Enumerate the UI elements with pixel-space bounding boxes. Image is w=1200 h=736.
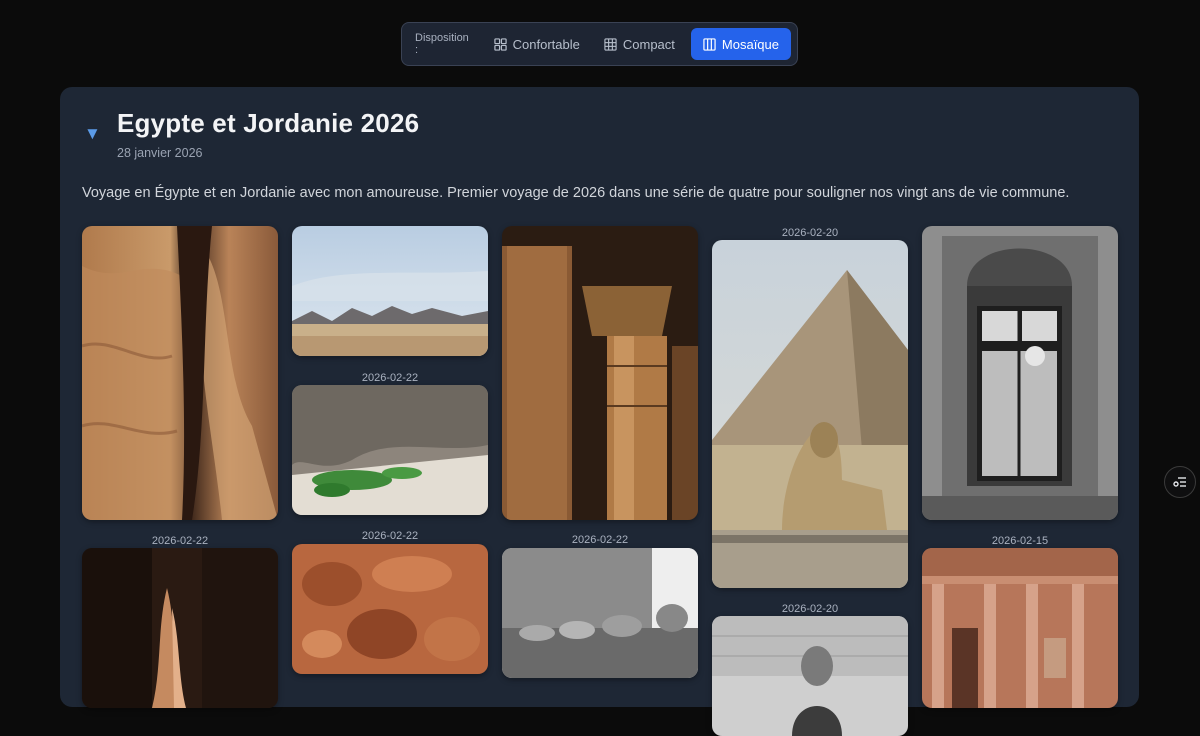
photo-dark-canyon[interactable]	[82, 548, 278, 708]
layout-compact-label: Compact	[622, 36, 675, 52]
layout-toolbar: Disposition : Confortable Compact Mosaïq…	[401, 22, 798, 66]
photo-caption: 2026-02-15	[991, 535, 1049, 547]
photo-caption: 2026-02-20	[781, 603, 839, 615]
album-description: Voyage en Égypte et en Jordanie avec mon…	[82, 185, 1070, 201]
grid-2x2-icon	[493, 37, 507, 51]
photo-man-portrait[interactable]	[712, 616, 908, 736]
photo-treasury[interactable]	[922, 548, 1118, 708]
layout-label: Disposition :	[415, 32, 469, 56]
layout-confortable-label: Confortable	[512, 36, 580, 52]
photo-desert[interactable]	[292, 226, 488, 356]
album-title: Egypte et Jordanie 2026	[117, 108, 420, 138]
photo-caption: 2026-02-22	[151, 535, 209, 547]
photo-caption: 2026-02-22	[571, 534, 629, 546]
photo-canyon[interactable]	[82, 226, 278, 520]
collapse-toggle-icon[interactable]: ▼	[84, 125, 101, 142]
photo-caption: 2026-02-20	[781, 227, 839, 239]
photo-ornate-window[interactable]	[922, 226, 1118, 520]
layout-compact-button[interactable]: Compact	[592, 28, 687, 60]
album-date: 28 janvier 2026	[117, 146, 203, 160]
grid-3x3-icon	[604, 37, 617, 51]
photo-sphinx-avenue[interactable]	[502, 548, 698, 678]
photo-caption: 2026-02-22	[361, 372, 419, 384]
photo-pyramid-sphinx[interactable]	[712, 240, 908, 588]
layout-mosaique-button[interactable]: Mosaïque	[690, 28, 791, 60]
columns-icon	[703, 37, 716, 51]
filter-list-button[interactable]	[1164, 466, 1196, 498]
photo-caption: 2026-02-22	[361, 530, 419, 542]
photo-temple-columns[interactable]	[502, 226, 698, 520]
layout-mosaique-label: Mosaïque	[721, 36, 779, 52]
photo-rock-plants[interactable]	[292, 385, 488, 515]
layout-confortable-button[interactable]: Confortable	[482, 28, 592, 60]
filter-list-icon	[1173, 477, 1186, 487]
photo-red-rock[interactable]	[292, 544, 488, 674]
